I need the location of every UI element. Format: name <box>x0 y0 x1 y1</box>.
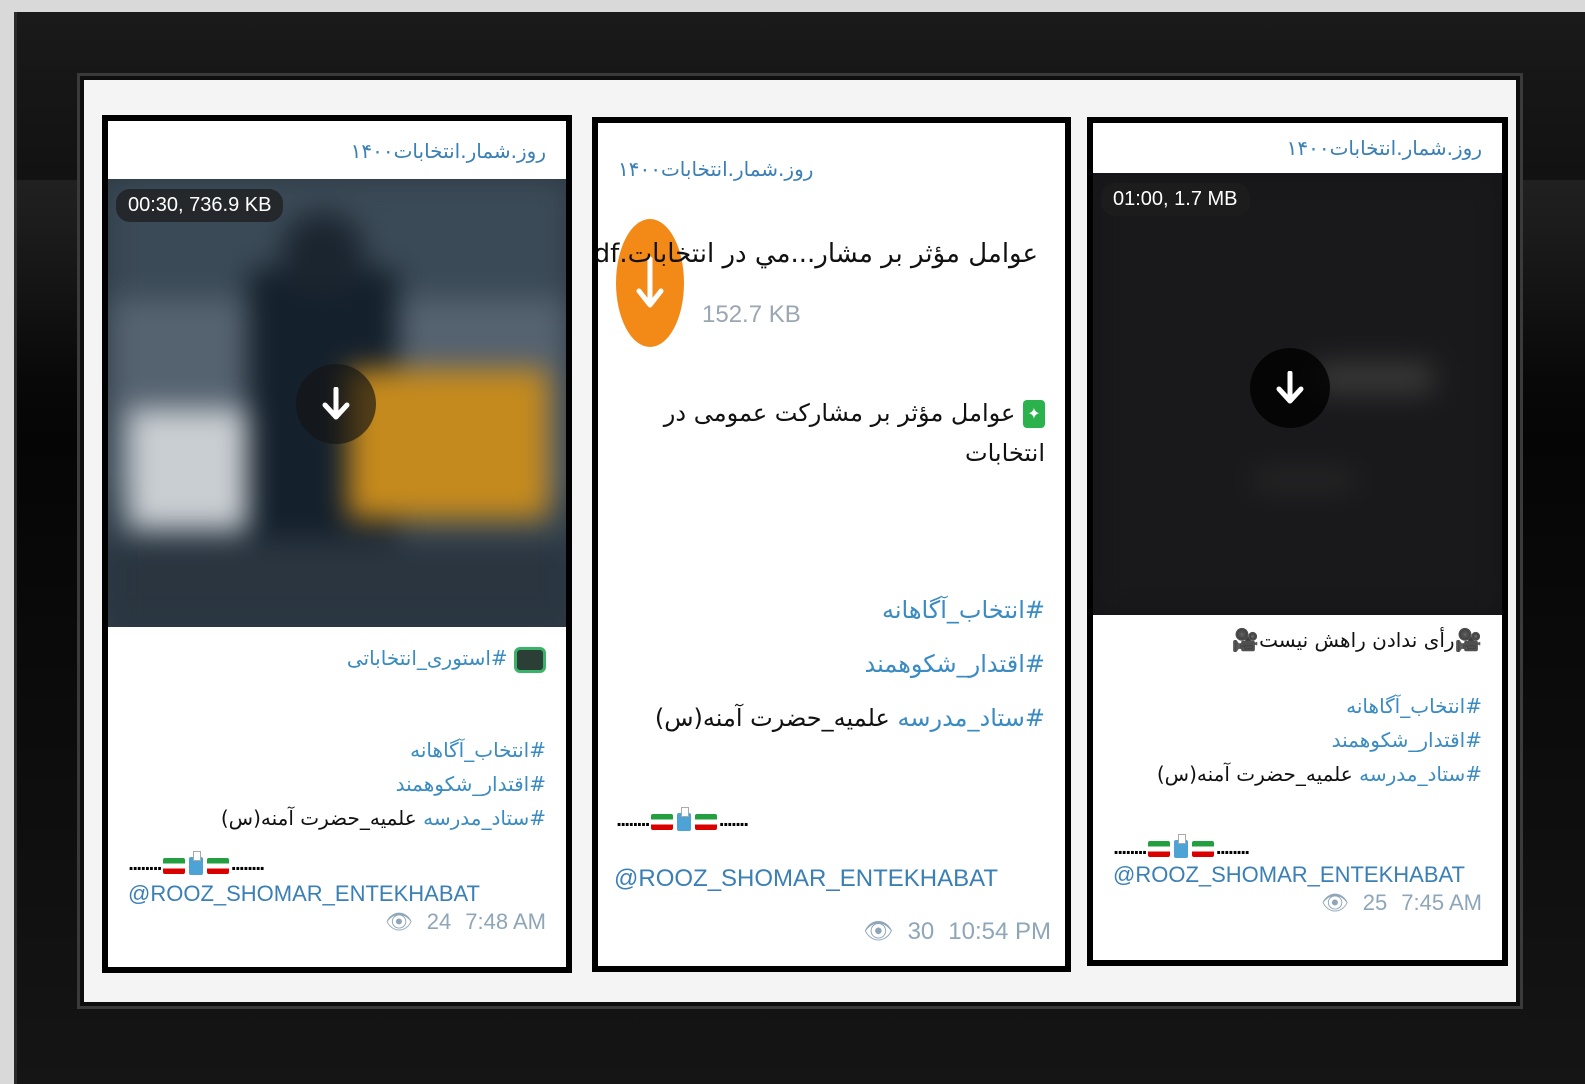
hashtag-1[interactable]: #انتخاب_آگاهانه <box>882 596 1045 624</box>
headline-text: عوامل مؤثر بر مشارکت عمومی در انتخابات <box>663 399 1045 467</box>
channel-name-row: روز.شمار.انتخابات۱۴۰۰ <box>598 123 1065 207</box>
iran-flag-icon <box>162 857 185 874</box>
hashtag-2[interactable]: #اقتدار_شکوهمند <box>396 772 546 796</box>
file-attachment[interactable]: عوامل مؤثر بر مشار...مي در انتخابات.pdf … <box>598 219 1056 351</box>
film-camera-icon: 🎥 <box>1231 628 1260 654</box>
ballot-box-icon <box>188 850 203 875</box>
hashtag-staff[interactable]: #ستاد_مدرسه <box>423 806 546 830</box>
hashtag-staff[interactable]: #ستاد_مدرسه <box>1359 762 1482 786</box>
hashtag-row: #انتخاب_آگاهانه <box>128 733 546 767</box>
emoji-divider: ................ <box>1113 834 1250 858</box>
hashtag-row: #ستاد_مدرسه علمیه_حضرت آمنه(س) <box>618 691 1045 745</box>
hashtag-2[interactable]: #اقتدار_شکوهمند <box>865 650 1045 678</box>
hashtag-row: #اقتدار_شکوهمند <box>1113 723 1482 757</box>
hashtag-row: #انتخاب_آگاهانه <box>618 583 1045 637</box>
film-camera-icon: 🎥 <box>1454 628 1482 654</box>
hashtag-row: #انتخاب_آگاهانه <box>1113 689 1482 723</box>
iran-flag-icon <box>206 857 229 874</box>
message-card-video[interactable]: روز.شمار.انتخابات۱۴۰۰ 01:00, 1.7 MB 🎥رأی… <box>1087 117 1508 966</box>
file-name[interactable]: عوامل مؤثر بر مشار...مي در انتخابات.pdf <box>598 239 1038 269</box>
sparkle-badge-icon: ✦ <box>1023 400 1045 428</box>
eye-icon: 👁 <box>863 918 894 945</box>
view-count: 25 <box>1362 890 1388 915</box>
message-footer: 👁 25 7:45 AM <box>1093 888 1502 916</box>
view-count: 24 <box>426 908 452 934</box>
video-duration-size: 01:00, 1.7 MB <box>1101 183 1250 216</box>
channel-signature-link[interactable]: @ROOZ_SHOMAR_ENTEKHABAT <box>128 881 480 906</box>
message-footer: 👁 24 7:48 AM <box>108 907 566 935</box>
staff-text: علمیه_حضرت آمنه(س) <box>654 704 890 732</box>
eye-icon: 👁 <box>1320 890 1349 915</box>
signature-row: @ROOZ_SHOMAR_ENTEKHABAT <box>1093 858 1502 888</box>
headline-row: ✦ عوامل مؤثر بر مشارکت عمومی در انتخابات <box>618 393 1045 473</box>
tv-icon <box>514 646 546 673</box>
hashtag-staff[interactable]: #ستاد_مدرسه <box>898 704 1045 732</box>
emoji-divider: ............... <box>616 806 749 831</box>
channel-signature-link[interactable]: @ROOZ_SHOMAR_ENTEKHABAT <box>1113 862 1465 887</box>
emoji-divider: ................ <box>128 850 265 875</box>
hashtag-row: #اقتدار_شکوهمند <box>618 637 1045 691</box>
channel-signature-link[interactable]: @ROOZ_SHOMAR_ENTEKHABAT <box>614 865 998 892</box>
iran-flag-icon <box>1147 841 1170 857</box>
hashtag-1[interactable]: #انتخاب_آگاهانه <box>410 738 546 762</box>
hashtag-2[interactable]: #اقتدار_شکوهمند <box>1332 728 1482 752</box>
video-duration-size: 00:30, 736.9 KB <box>116 189 284 222</box>
message-card-pdf[interactable]: روز.شمار.انتخابات۱۴۰۰ عوامل مؤثر بر مشار… <box>592 117 1071 972</box>
ballot-box-icon <box>1173 834 1188 858</box>
message-time: 7:48 AM <box>465 908 546 934</box>
channel-name[interactable]: روز.شمار.انتخابات۱۴۰۰ <box>1093 123 1502 173</box>
message-footer: 👁 30 10:54 PM <box>863 917 1051 946</box>
hashtag-1[interactable]: #انتخاب_آگاهانه <box>1346 694 1482 718</box>
message-caption: 🎥رأی ندادن راهش نیست🎥 #انتخاب_آگاهانه #ا… <box>1093 615 1502 791</box>
file-size: 152.7 KB <box>702 301 801 328</box>
view-count: 30 <box>907 917 935 945</box>
channel-name[interactable]: روز.شمار.انتخابات۱۴۰۰ <box>618 123 813 215</box>
message-caption: ✦ عوامل مؤثر بر مشارکت عمومی در انتخابات… <box>598 393 1065 745</box>
download-button[interactable] <box>1250 348 1330 428</box>
channel-name[interactable]: روز.شمار.انتخابات۱۴۰۰ <box>108 121 566 179</box>
download-button[interactable] <box>296 364 376 444</box>
message-caption: #استوری_انتخاباتی #انتخاب_آگاهانه #اقتدا… <box>108 627 566 835</box>
iran-flag-icon <box>1191 841 1214 857</box>
iran-flag-icon <box>694 813 717 830</box>
signature-row: @ROOZ_SHOMAR_ENTEKHABAT <box>614 865 998 893</box>
download-icon <box>322 387 350 420</box>
ballot-box-icon <box>676 806 691 831</box>
caption-title: رأی ندادن راهش نیست <box>1259 628 1455 652</box>
video-preview[interactable]: 01:00, 1.7 MB <box>1093 173 1502 615</box>
staff-text: علمیه_حضرت آمنه(س) <box>220 806 417 830</box>
video-preview[interactable]: 00:30, 736.9 KB <box>108 179 566 627</box>
hashtag-story[interactable]: #استوری_انتخاباتی <box>347 646 508 670</box>
message-time: 7:45 AM <box>1401 890 1482 915</box>
staff-text: علمیه_حضرت آمنه(س) <box>1156 761 1353 786</box>
eye-icon: 👁 <box>384 908 413 934</box>
hashtag-row: #ستاد_مدرسه علمیه_حضرت آمنه(س) <box>1113 757 1482 791</box>
iran-flag-icon <box>650 813 673 830</box>
hashtag-row: #اقتدار_شکوهمند <box>128 767 546 801</box>
message-card-video-story[interactable]: روز.شمار.انتخابات۱۴۰۰ 00:30, 736.9 KB #ا… <box>102 115 572 973</box>
message-time: 10:54 PM <box>948 917 1051 945</box>
signature-row: @ROOZ_SHOMAR_ENTEKHABAT <box>108 875 566 907</box>
caption-title-row: 🎥رأی ندادن راهش نیست🎥 <box>1113 623 1482 659</box>
caption-title-row: #استوری_انتخاباتی <box>128 641 546 675</box>
hashtag-row: #ستاد_مدرسه علمیه_حضرت آمنه(س) <box>128 801 546 835</box>
download-icon <box>1276 371 1304 404</box>
